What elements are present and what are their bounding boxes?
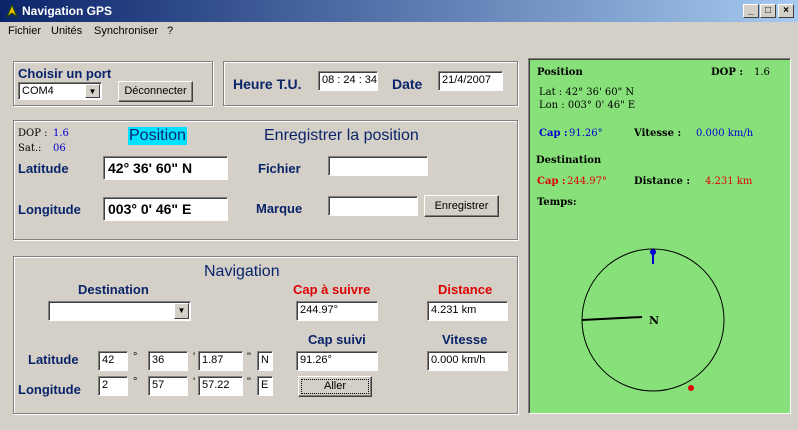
gps-display-panel: Position DOP : 1.6 Lat : 42° 36' 60" N L… bbox=[528, 58, 791, 414]
minute-symbol: ' bbox=[193, 376, 196, 388]
save-button[interactable]: Enregistrer bbox=[424, 195, 499, 217]
mark-label: Marque bbox=[256, 201, 303, 216]
dest-lat-sec-field[interactable]: 1.87 bbox=[198, 351, 243, 371]
title-bar: Navigation GPS _ □ × bbox=[0, 0, 798, 22]
destination-marker bbox=[688, 385, 694, 391]
dest-longitude-label: Longitude bbox=[18, 382, 81, 397]
cap-follow-label: Cap à suivre bbox=[293, 282, 371, 297]
record-title: Enregistrer la position bbox=[264, 127, 419, 144]
dest-lat-deg-field[interactable]: 42 bbox=[98, 351, 128, 371]
cap-followed-label: Cap suivi bbox=[308, 332, 366, 347]
navigation-title: Navigation bbox=[204, 263, 280, 280]
window-title: Navigation GPS bbox=[22, 4, 113, 18]
compass-rose: N bbox=[581, 248, 725, 392]
distance-label: Distance bbox=[438, 282, 493, 297]
dop-label: DOP : bbox=[18, 128, 48, 139]
file-field[interactable] bbox=[328, 156, 428, 176]
second-symbol: " bbox=[247, 351, 251, 363]
latitude-field[interactable]: 42° 36' 60" N bbox=[103, 156, 228, 180]
dest-lon-sec-field[interactable]: 57.22 bbox=[198, 376, 243, 396]
dop-value: 1.6 bbox=[53, 128, 69, 139]
dest-lon-min-field[interactable]: 57 bbox=[148, 376, 188, 396]
minimize-button[interactable]: _ bbox=[743, 4, 759, 18]
chevron-down-icon[interactable]: ▼ bbox=[85, 84, 100, 98]
app-icon bbox=[6, 3, 18, 18]
distance-field[interactable]: 4.231 km bbox=[427, 301, 508, 321]
chevron-down-icon[interactable]: ▼ bbox=[174, 303, 189, 319]
speed-label: Vitesse bbox=[442, 332, 488, 347]
file-label: Fichier bbox=[258, 161, 301, 176]
port-select[interactable]: COM4 ▼ bbox=[18, 82, 102, 100]
cap-followed-field[interactable]: 91.26° bbox=[296, 351, 378, 371]
destination-select[interactable]: ▼ bbox=[48, 301, 191, 321]
date-label: Date bbox=[392, 76, 423, 92]
port-select-value: COM4 bbox=[22, 85, 54, 97]
port-title: Choisir un port bbox=[18, 66, 112, 81]
date-field[interactable]: 21/4/2007 bbox=[438, 71, 503, 91]
minute-symbol: ' bbox=[193, 351, 196, 363]
mark-field[interactable] bbox=[328, 196, 418, 216]
sat-label: Sat.: bbox=[18, 143, 42, 154]
utc-time-field[interactable]: 08 : 24 : 34 bbox=[318, 71, 378, 91]
speed-field[interactable]: 0.000 km/h bbox=[427, 351, 508, 371]
degree-symbol: ° bbox=[133, 351, 138, 363]
menu-synchroniser[interactable]: Synchroniser bbox=[94, 25, 158, 37]
menu-unites[interactable]: Unités bbox=[51, 25, 82, 37]
disconnect-button[interactable]: Déconnecter bbox=[118, 81, 193, 102]
cap-follow-field[interactable]: 244.97° bbox=[296, 301, 378, 321]
dest-lat-hem-field[interactable]: N bbox=[257, 351, 273, 371]
go-button[interactable]: Aller bbox=[298, 376, 372, 397]
menu-help[interactable]: ? bbox=[167, 25, 173, 37]
compass-heading-needle bbox=[581, 316, 643, 321]
menu-bar: Fichier Unités Synchroniser ? bbox=[0, 22, 798, 40]
longitude-field[interactable]: 003° 0' 46" E bbox=[103, 197, 228, 221]
second-symbol: " bbox=[247, 376, 251, 388]
north-marker-dot bbox=[650, 249, 656, 255]
degree-symbol: ° bbox=[133, 376, 138, 388]
latitude-label: Latitude bbox=[18, 161, 69, 176]
close-button[interactable]: × bbox=[778, 4, 794, 18]
destination-label: Destination bbox=[78, 282, 149, 297]
sat-value: 06 bbox=[53, 143, 66, 154]
menu-fichier[interactable]: Fichier bbox=[8, 25, 41, 37]
longitude-label: Longitude bbox=[18, 202, 81, 217]
position-title: Position bbox=[128, 127, 187, 145]
maximize-button[interactable]: □ bbox=[760, 4, 776, 18]
dest-lon-hem-field[interactable]: E bbox=[257, 376, 273, 396]
compass-north-label: N bbox=[649, 314, 659, 327]
utc-label: Heure T.U. bbox=[233, 76, 302, 92]
dest-latitude-label: Latitude bbox=[28, 352, 79, 367]
dest-lat-min-field[interactable]: 36 bbox=[148, 351, 188, 371]
dest-lon-deg-field[interactable]: 2 bbox=[98, 376, 128, 396]
